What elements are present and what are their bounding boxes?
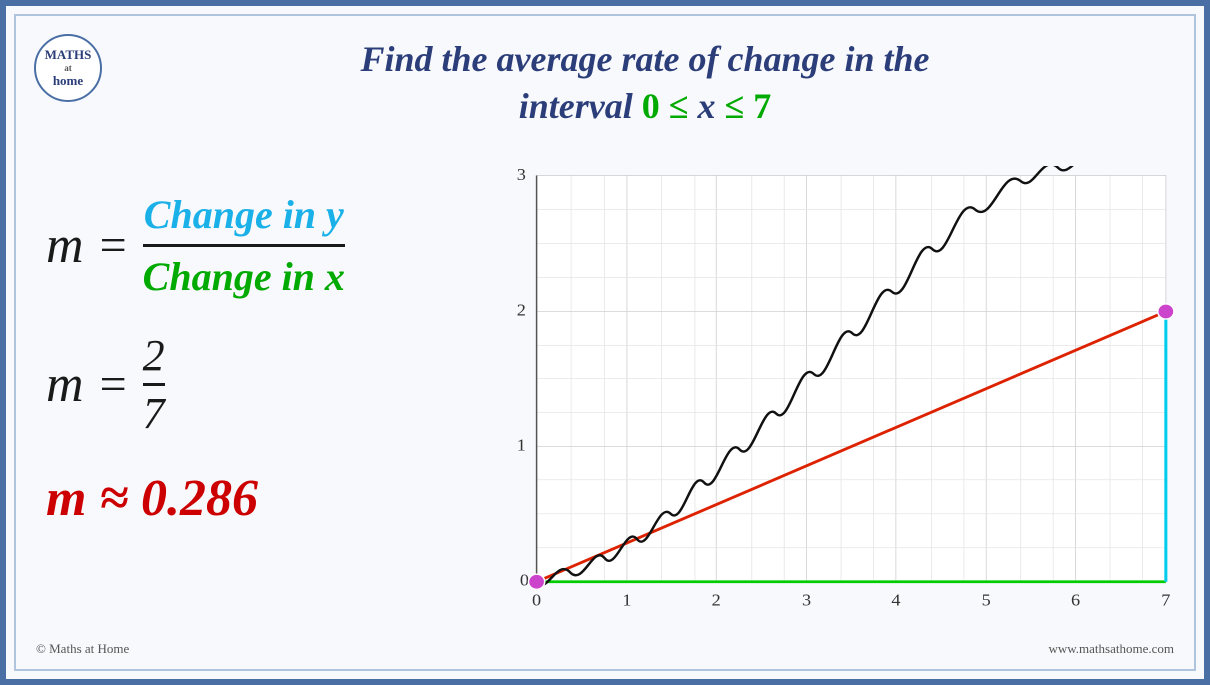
m-label-1: m [46,216,84,275]
svg-text:6: 6 [1071,590,1080,609]
logo-at: at [64,63,72,74]
title-interval-end: ≤ 7 [716,86,772,126]
svg-text:2: 2 [517,300,526,319]
svg-text:1: 1 [517,435,526,454]
den2-text: 7 [143,388,165,439]
equals-2: = [100,357,127,412]
svg-text:7: 7 [1161,590,1170,609]
svg-text:3: 3 [802,590,811,609]
num2-text: 2 [143,330,165,381]
outer-border: MATHS at home Find the average rate of c… [0,0,1210,685]
svg-text:0: 0 [520,570,529,589]
svg-text:0: 0 [532,590,541,609]
footer-left: © Maths at Home [36,641,129,657]
title-line1: Find the average rate of change in the [116,36,1174,83]
title-line2: interval 0 ≤ x ≤ 7 [116,83,1174,130]
svg-text:5: 5 [982,590,991,609]
formula-section: m = Change in y Change in x m = 2 7 [46,191,466,528]
logo-home: home [53,73,83,89]
svg-text:1: 1 [622,590,631,609]
inner-border: MATHS at home Find the average rate of c… [14,14,1196,671]
title-interval-prefix: interval [519,86,642,126]
fraction-line-2 [143,383,165,386]
svg-text:4: 4 [891,590,900,609]
formula-fraction-27: m = 2 7 [46,330,466,439]
title-interval-value: 0 ≤ [642,86,698,126]
equals-1: = [100,218,127,273]
svg-text:3: 3 [517,166,526,184]
main-fraction: Change in y Change in x [143,191,345,300]
graph-svg: 0 1 2 3 4 5 6 7 0 1 2 3 [496,166,1176,629]
logo: MATHS at home [34,34,102,102]
formula-fraction: m = Change in y Change in x [46,191,466,300]
title-interval-x: x [698,86,716,126]
numerator-text: Change in y [144,191,344,242]
fraction-27: 2 7 [143,330,165,439]
fraction-line-1 [143,244,345,247]
formula-approx: m ≈ 0.286 [46,469,466,528]
denominator-text: Change in x [143,249,345,300]
logo-maths: MATHS [45,47,92,63]
page-title: Find the average rate of change in the i… [116,36,1174,130]
footer-right: www.mathsathome.com [1048,641,1174,657]
m-label-2: m [46,355,84,414]
svg-text:2: 2 [712,590,721,609]
graph-container: 0 1 2 3 4 5 6 7 0 1 2 3 [496,166,1176,629]
